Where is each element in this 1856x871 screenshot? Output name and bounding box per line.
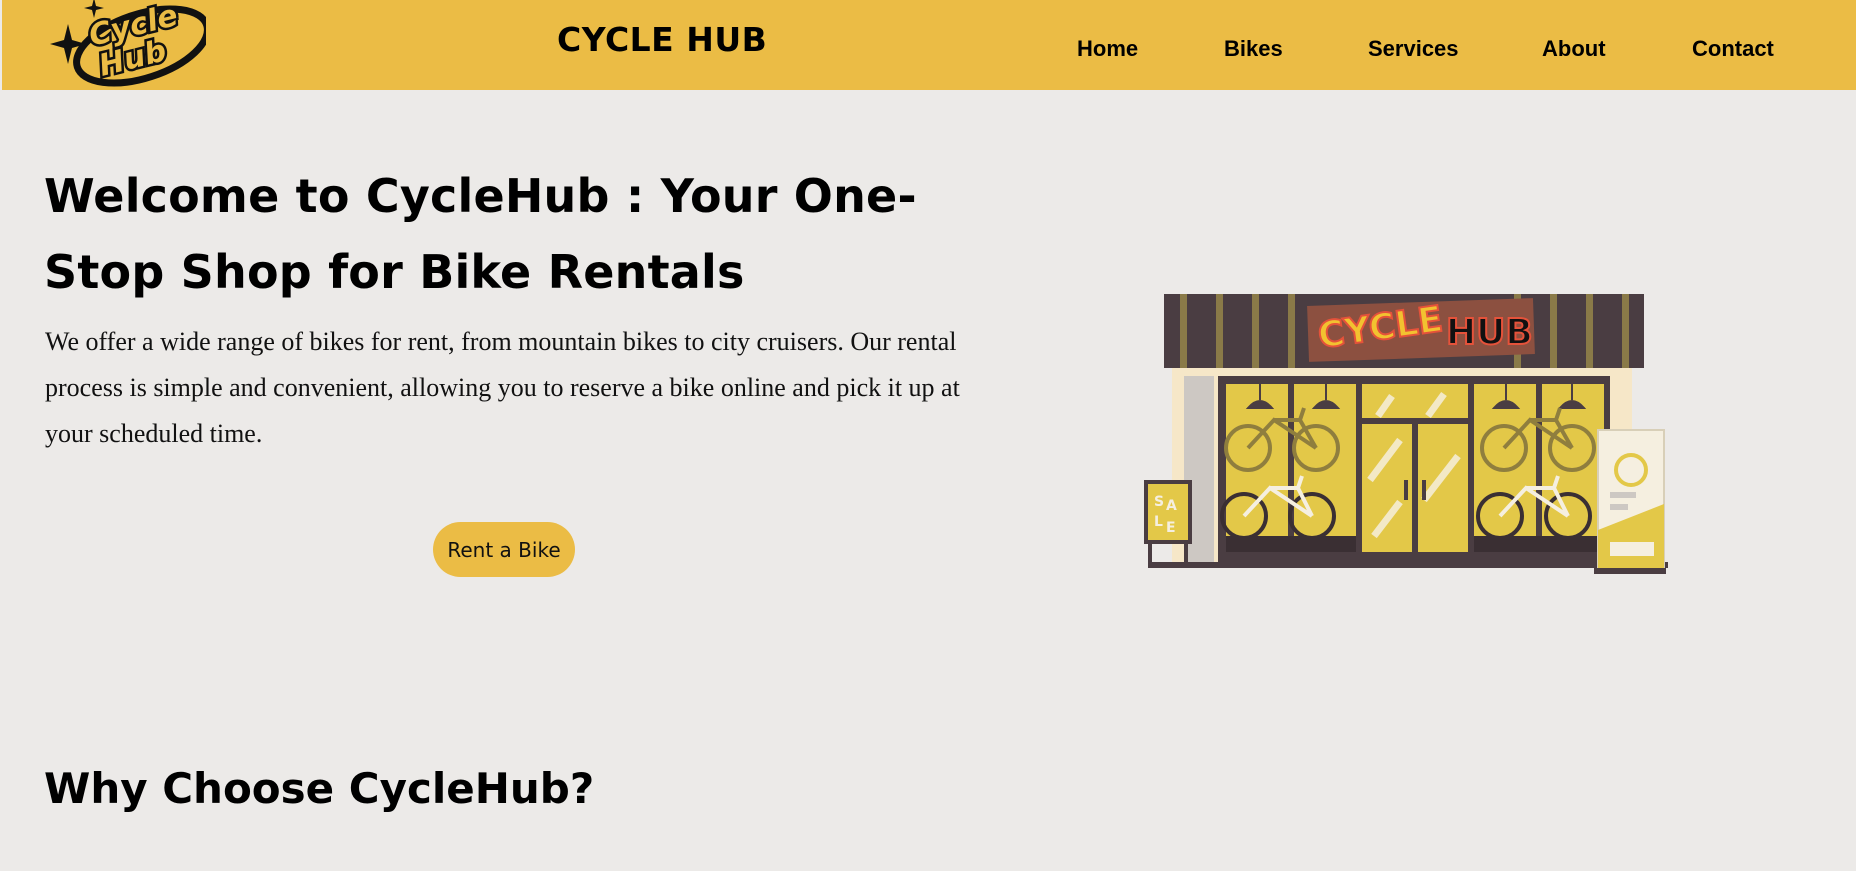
shop-floor <box>1148 562 1668 568</box>
sale-letter-a: A <box>1166 498 1177 514</box>
top-navigation-bar: Cycle Hub CYCLE HUB Home Bikes Services … <box>2 0 1856 90</box>
nav-about[interactable]: About <box>1542 36 1606 62</box>
hero-description: We offer a wide range of bikes for rent,… <box>45 327 960 448</box>
sale-letter-s: S <box>1154 494 1164 510</box>
display-base-right <box>1474 536 1604 552</box>
nav-contact[interactable]: Contact <box>1692 36 1774 62</box>
rent-a-bike-button[interactable]: Rent a Bike <box>433 522 575 577</box>
main-nav: Home Bikes Services About Contact <box>2 36 1856 66</box>
nav-home[interactable]: Home <box>1077 36 1138 62</box>
sale-letter-e: E <box>1166 520 1176 536</box>
standing-banner <box>1594 429 1666 574</box>
display-base-left <box>1226 536 1356 552</box>
nav-bikes[interactable]: Bikes <box>1224 36 1283 62</box>
nav-services[interactable]: Services <box>1368 36 1459 62</box>
why-choose-heading: Why Choose CycleHub? <box>44 764 595 813</box>
hero-title: Welcome to CycleHub : Your One-Stop Shop… <box>44 169 917 299</box>
bike-shop-illustration: CYCLE HUB S A L E <box>1144 294 1668 574</box>
sign-word-hub: HUB <box>1446 312 1533 353</box>
sale-letter-l: L <box>1154 514 1163 530</box>
